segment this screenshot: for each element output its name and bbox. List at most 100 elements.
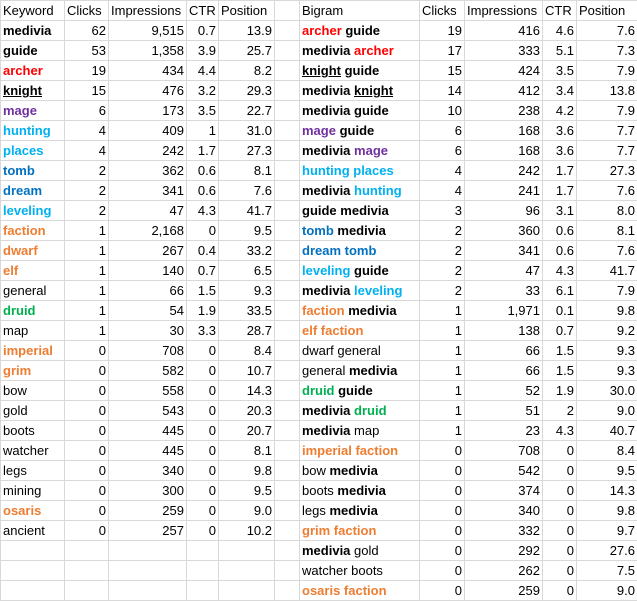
bigram-position-cell[interactable]: 9.3 xyxy=(576,340,637,361)
keyword-ctr-cell[interactable]: 0.4 xyxy=(186,240,219,261)
header-impressions[interactable]: Impressions xyxy=(108,0,187,21)
bigram-impressions-cell[interactable]: 238 xyxy=(464,100,543,121)
keyword-impressions-cell[interactable]: 409 xyxy=(108,120,187,141)
keyword-cell[interactable]: bow xyxy=(0,380,65,401)
keyword-ctr-cell[interactable]: 0.7 xyxy=(186,20,219,41)
keyword-cell[interactable]: imperial xyxy=(0,340,65,361)
empty-cell[interactable] xyxy=(274,380,300,401)
bigram-ctr-cell[interactable]: 0 xyxy=(542,480,577,501)
bigram-clicks-cell[interactable]: 0 xyxy=(419,540,465,561)
keyword-clicks-cell[interactable]: 2 xyxy=(64,160,109,181)
bigram-clicks-cell[interactable]: 2 xyxy=(419,260,465,281)
bigram-clicks-cell[interactable]: 1 xyxy=(419,380,465,401)
keyword-clicks-cell[interactable]: 1 xyxy=(64,320,109,341)
empty-cell[interactable] xyxy=(274,400,300,421)
bigram-ctr-cell[interactable]: 0 xyxy=(542,460,577,481)
header-ctr[interactable]: CTR xyxy=(186,0,219,21)
keyword-clicks-cell[interactable]: 0 xyxy=(64,480,109,501)
keyword-position-cell[interactable]: 20.3 xyxy=(218,400,275,421)
empty-cell[interactable] xyxy=(274,260,300,281)
keyword-cell[interactable]: mage xyxy=(0,100,65,121)
bigram-position-cell[interactable]: 8.1 xyxy=(576,220,637,241)
bigram-position-cell[interactable]: 8.4 xyxy=(576,440,637,461)
keyword-impressions-cell[interactable]: 9,515 xyxy=(108,20,187,41)
bigram-clicks-cell[interactable]: 4 xyxy=(419,180,465,201)
empty-cell[interactable] xyxy=(274,160,300,181)
keyword-cell[interactable]: mining xyxy=(0,480,65,501)
keyword-ctr-cell[interactable]: 3.5 xyxy=(186,100,219,121)
keyword-clicks-cell[interactable]: 1 xyxy=(64,300,109,321)
bigram-clicks-cell[interactable]: 10 xyxy=(419,100,465,121)
keyword-cell[interactable]: places xyxy=(0,140,65,161)
keyword-position-cell[interactable]: 8.2 xyxy=(218,60,275,81)
keyword-impressions-cell[interactable]: 445 xyxy=(108,420,187,441)
keyword-ctr-cell[interactable]: 0 xyxy=(186,340,219,361)
bigram-position-cell[interactable]: 9.3 xyxy=(576,360,637,381)
keyword-ctr-cell[interactable]: 3.3 xyxy=(186,320,219,341)
bigram-ctr-cell[interactable]: 0.7 xyxy=(542,320,577,341)
bigram-position-cell[interactable]: 7.9 xyxy=(576,100,637,121)
keyword-cell[interactable]: osaris xyxy=(0,500,65,521)
bigram-impressions-cell[interactable]: 360 xyxy=(464,220,543,241)
bigram-cell[interactable]: elf faction xyxy=(299,320,420,341)
keyword-clicks-cell[interactable]: 4 xyxy=(64,140,109,161)
empty-cell[interactable] xyxy=(274,520,300,541)
bigram-clicks-cell[interactable]: 1 xyxy=(419,420,465,441)
bigram-impressions-cell[interactable]: 242 xyxy=(464,160,543,181)
bigram-cell[interactable]: medivia guide xyxy=(299,100,420,121)
keyword-position-cell[interactable]: 8.1 xyxy=(218,160,275,181)
keyword-impressions-cell[interactable]: 267 xyxy=(108,240,187,261)
bigram-impressions-cell[interactable]: 52 xyxy=(464,380,543,401)
bigram-cell[interactable]: medivia leveling xyxy=(299,280,420,301)
keyword-ctr-cell[interactable]: 1.5 xyxy=(186,280,219,301)
keyword-cell[interactable]: druid xyxy=(0,300,65,321)
header-keyword[interactable]: Keyword xyxy=(0,0,65,21)
keyword-position-cell[interactable]: 22.7 xyxy=(218,100,275,121)
keyword-position-cell[interactable]: 28.7 xyxy=(218,320,275,341)
keyword-ctr-cell[interactable]: 0 xyxy=(186,500,219,521)
keyword-ctr-cell[interactable]: 4.4 xyxy=(186,60,219,81)
header-bigram[interactable]: Bigram xyxy=(299,0,420,21)
keyword-cell[interactable]: map xyxy=(0,320,65,341)
keyword-position-cell[interactable]: 9.0 xyxy=(218,500,275,521)
keyword-ctr-cell[interactable]: 1.9 xyxy=(186,300,219,321)
keyword-cell[interactable]: leveling xyxy=(0,200,65,221)
bigram-impressions-cell[interactable]: 51 xyxy=(464,400,543,421)
bigram-clicks-cell[interactable]: 0 xyxy=(419,440,465,461)
bigram-position-cell[interactable]: 8.0 xyxy=(576,200,637,221)
empty-cell[interactable] xyxy=(218,560,275,581)
empty-cell[interactable] xyxy=(0,560,65,581)
bigram-clicks-cell[interactable]: 0 xyxy=(419,520,465,541)
keyword-position-cell[interactable]: 9.8 xyxy=(218,460,275,481)
bigram-ctr-cell[interactable]: 3.6 xyxy=(542,140,577,161)
bigram-ctr-cell[interactable]: 0 xyxy=(542,520,577,541)
empty-cell[interactable] xyxy=(274,480,300,501)
keyword-ctr-cell[interactable]: 4.3 xyxy=(186,200,219,221)
keyword-position-cell[interactable]: 29.3 xyxy=(218,80,275,101)
bigram-cell[interactable]: grim faction xyxy=(299,520,420,541)
keyword-impressions-cell[interactable]: 173 xyxy=(108,100,187,121)
bigram-clicks-cell[interactable]: 3 xyxy=(419,200,465,221)
bigram-clicks-cell[interactable]: 14 xyxy=(419,80,465,101)
empty-cell[interactable] xyxy=(274,460,300,481)
keyword-clicks-cell[interactable]: 15 xyxy=(64,80,109,101)
empty-cell[interactable] xyxy=(274,200,300,221)
bigram-clicks-cell[interactable]: 2 xyxy=(419,220,465,241)
keyword-cell[interactable]: medivia xyxy=(0,20,65,41)
bigram-cell[interactable]: bow medivia xyxy=(299,460,420,481)
keyword-impressions-cell[interactable]: 434 xyxy=(108,60,187,81)
bigram-cell[interactable]: faction medivia xyxy=(299,300,420,321)
bigram-cell[interactable]: medivia mage xyxy=(299,140,420,161)
keyword-clicks-cell[interactable]: 0 xyxy=(64,420,109,441)
header-bigram-impressions[interactable]: Impressions xyxy=(464,0,543,21)
bigram-position-cell[interactable]: 14.3 xyxy=(576,480,637,501)
keyword-position-cell[interactable]: 25.7 xyxy=(218,40,275,61)
keyword-impressions-cell[interactable]: 54 xyxy=(108,300,187,321)
keyword-clicks-cell[interactable]: 2 xyxy=(64,200,109,221)
bigram-ctr-cell[interactable]: 0.1 xyxy=(542,300,577,321)
bigram-ctr-cell[interactable]: 3.1 xyxy=(542,200,577,221)
keyword-impressions-cell[interactable]: 445 xyxy=(108,440,187,461)
bigram-clicks-cell[interactable]: 19 xyxy=(419,20,465,41)
empty-cell[interactable] xyxy=(274,560,300,581)
bigram-ctr-cell[interactable]: 0 xyxy=(542,440,577,461)
